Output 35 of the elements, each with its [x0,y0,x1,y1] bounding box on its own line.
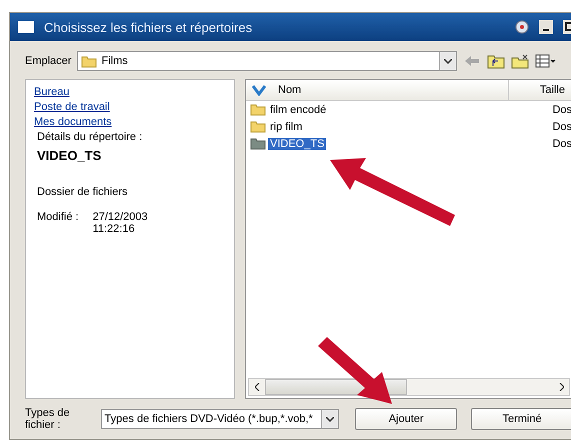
location-dropdown[interactable]: Films [77,51,458,71]
chevron-down-icon [326,416,334,422]
folder-icon [250,120,266,133]
window-icon [18,21,34,33]
file-name[interactable]: rip film [268,120,304,132]
folder-icon [250,103,266,116]
dialog-button[interactable]: Ajouter [355,408,458,430]
location-label: Emplacer [25,55,72,67]
folder-name: VIDEO_TS [37,148,102,163]
file-name[interactable]: film encodé [268,104,328,116]
place-link[interactable]: Poste de travail [34,101,226,113]
view-menu-icon[interactable] [535,54,558,68]
column-header[interactable]: Nom [246,80,509,100]
details-heading: Détails du répertoire : [37,131,144,143]
modified-date: 27/12/2003 11:22:16 [92,211,148,235]
window-title: Choisissez les fichiers et répertoires [44,20,254,34]
place-link[interactable]: Bureau [34,86,226,98]
file-type-label: Types de fichier : [25,407,71,431]
horizontal-scrollbar[interactable] [248,378,570,396]
scroll-left-icon[interactable] [254,383,260,391]
disc-icon [515,20,529,34]
file-type-dropdown[interactable]: Types de fichiers DVD-Vidéo (*.bup,*.vob,* [100,409,340,429]
folder-icon [250,137,266,150]
place-link[interactable]: Mes documents [34,116,226,128]
folder-icon [81,54,98,68]
column-header[interactable]: Taille [509,80,571,100]
folder-type: Dossier de fichiers [37,186,128,198]
folder-up-icon[interactable] [487,54,506,68]
modified-label: Modifié : [37,211,79,225]
file-name[interactable]: VIDEO_TS [268,138,326,150]
chevron-down-icon [444,58,452,64]
dialog-button[interactable]: Terminé [471,408,571,430]
scroll-right-icon[interactable] [558,383,564,391]
minimize-icon[interactable] [539,20,553,34]
new-folder-icon[interactable] [511,54,530,68]
